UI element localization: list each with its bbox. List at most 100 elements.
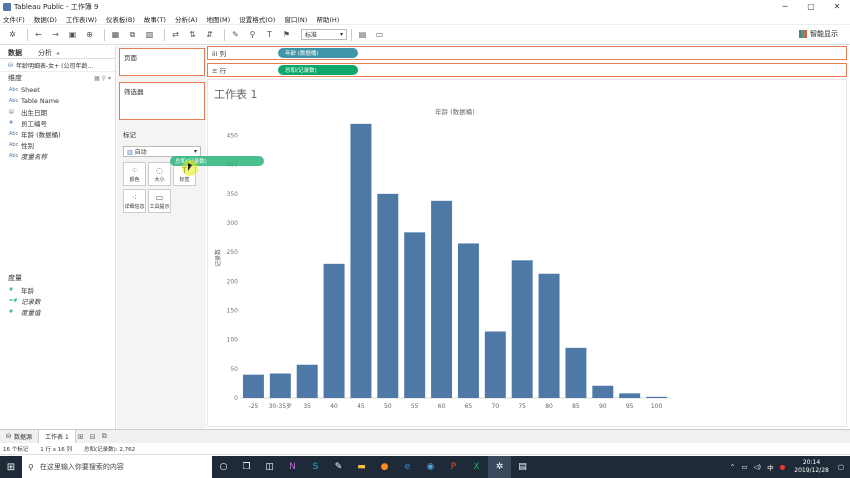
excel-icon[interactable]: X [465,456,488,478]
dimensions-tools-icon[interactable]: ▦ ⚲ ▾ [94,75,111,82]
toolbar-separator [27,28,28,41]
x-tick-label: 100 [651,403,663,410]
clock[interactable]: 20:14 2019/12/28 [794,459,829,475]
ime-indicator[interactable]: 中 [767,462,774,472]
cortana-icon[interactable]: ○ [212,456,235,478]
taskbar-search[interactable]: ⚲ 在这里输入你要搜索的内容 [22,456,212,478]
chevron-up-icon[interactable]: ⌃ [730,463,735,471]
tab-analysis[interactable]: 分析 ◂ [30,46,67,58]
maximize-button[interactable]: ▢ [798,0,824,13]
notification-icon[interactable]: ▢ [838,463,844,471]
size-mark-button[interactable]: ◌ 大小 [148,162,171,186]
field-type-icon: # [9,308,14,315]
volume-icon[interactable]: ◁) [754,463,762,471]
new-dashboard-icon[interactable]: ⊟ [90,433,100,441]
rows-shelf[interactable]: ≡ 行 总和(记录数) [207,63,847,77]
firefox-icon[interactable]: ● [373,456,396,478]
tableau-taskbar-icon[interactable]: ✲ [488,456,511,478]
dimension-field[interactable]: ▤ 出生日期 [0,106,115,117]
paint-icon[interactable]: ✎ [327,456,350,478]
tooltip-mark-button[interactable]: ▭ 工具提示 [148,189,171,213]
windows-start-icon[interactable]: ⊞ [0,456,22,478]
notes-icon[interactable]: ▤ [511,456,534,478]
pin-icon[interactable]: ⚑ [280,28,293,41]
menu-data[interactable]: 数据(D) [34,14,57,24]
dimension-field[interactable]: Abc Table Name [0,95,115,106]
duplicate-sheet-icon[interactable]: ⧉ [126,28,139,41]
browser-icon[interactable]: ◉ [419,456,442,478]
undo-icon[interactable]: ← [32,28,45,41]
menu-help[interactable]: 帮助(H) [316,14,339,24]
tableau-logo-icon[interactable]: ✲ [6,28,19,41]
sort-desc-icon[interactable]: ⇵ [203,28,216,41]
fit-select[interactable]: 标准 ▾ [301,29,347,40]
menu-window[interactable]: 窗口(N) [284,14,307,24]
bar-12 [565,347,587,398]
bar-4 [350,123,372,399]
onenote-icon[interactable]: N [281,456,304,478]
filters-shelf[interactable]: 筛选器 [119,82,205,120]
menu-dashboard[interactable]: 仪表板(B) [106,14,135,24]
skype-icon[interactable]: S [304,456,327,478]
datasource-tab-icon: ⛁ [6,433,12,440]
new-sheet-icon[interactable]: ▦ [109,28,122,41]
save-icon[interactable]: ▣ [66,28,79,41]
new-datasource-icon[interactable]: ⊕ [83,28,96,41]
sort-asc-icon[interactable]: ⇅ [186,28,199,41]
columns-shelf[interactable]: iii 列 年龄 (数据桶) [207,46,847,60]
powerpoint-icon[interactable]: P [442,456,465,478]
new-worksheet-icon[interactable]: ⊞ [78,433,88,441]
x-tick-label: 45 [357,403,365,410]
detail-mark-button[interactable]: ⁖ 详细信息 [123,189,146,213]
clear-sheet-icon[interactable]: ▧ [143,28,156,41]
label-icon[interactable]: T [263,28,276,41]
worksheet-view: 工作表 1 年龄 (数据桶)记录数05010015020025030035040… [207,79,847,427]
presentation-icon[interactable]: ▭ [373,28,386,41]
tab-datasource[interactable]: ⛁ 数据源 [0,430,38,444]
rows-pill[interactable]: 总和(记录数) [278,65,358,75]
dimension-field[interactable]: # 员工编号 [0,117,115,128]
dimension-field[interactable]: Abc 度量名称 [0,150,115,161]
measure-field[interactable]: # 度量值 [0,306,115,317]
menu-map[interactable]: 地图(M) [207,14,231,24]
data-pane: 数据 分析 ◂ ⛁ 年龄明细表-女+ (公司年龄... 维度 ▦ ⚲ ▾ Abc S… [0,46,116,429]
dimensions-header: 维度 ▦ ⚲ ▾ [0,72,115,84]
show-me-button[interactable]: 智能显示 [799,29,838,39]
new-story-icon[interactable]: ⧉ [102,432,112,441]
store-icon[interactable]: ◫ [258,456,281,478]
menu-file[interactable]: 文件(F) [3,14,25,24]
swap-icon[interactable]: ⇄ [169,28,182,41]
menu-worksheet[interactable]: 工作表(W) [66,14,97,24]
file-explorer-icon[interactable]: ▬ [350,456,373,478]
edge-icon[interactable]: e [396,456,419,478]
measure-field[interactable]: =# 记录数 [0,295,115,306]
menu-analysis[interactable]: 分析(A) [175,14,198,24]
highlight-icon[interactable]: ✎ [229,28,242,41]
view-cards-icon[interactable]: ▤ [356,28,369,41]
columns-pill[interactable]: 年龄 (数据桶) [278,48,358,58]
task-view-icon[interactable]: ❐ [235,456,258,478]
x-tick-label: 80 [545,403,553,410]
network-icon[interactable]: ▭ [741,463,747,471]
pages-shelf[interactable]: 页面 [119,48,205,76]
field-type-icon: ▤ [9,108,14,115]
dimension-field[interactable]: Abc Sheet [0,84,115,95]
collapse-icon[interactable]: ◂ [56,50,59,57]
dimension-field[interactable]: Abc 年龄 (数据桶) [0,128,115,139]
close-button[interactable]: ✕ [824,0,850,13]
bar-chart: 年龄 (数据桶)记录数050100150200250300350400450-2… [214,107,670,410]
tab-sheet1[interactable]: 工作表 1 [38,429,76,444]
color-mark-button[interactable]: ⁘ 颜色 [123,162,146,186]
dimension-field[interactable]: Abc 性别 [0,139,115,150]
group-icon[interactable]: ⚲ [246,28,259,41]
minimize-button[interactable]: ─ [772,0,798,13]
chevron-down-icon: ▾ [193,148,197,155]
measure-field[interactable]: # 年龄 [0,284,115,295]
redo-icon[interactable]: → [49,28,62,41]
tab-data[interactable]: 数据 [0,46,30,58]
tableau-app-icon [3,2,11,11]
menu-format[interactable]: 设置格式(O) [239,14,275,24]
antivirus-icon[interactable]: ● [780,463,786,471]
menu-story[interactable]: 故事(T) [144,14,166,24]
datasource-item[interactable]: ⛁ 年龄明细表-女+ (公司年龄... [0,59,115,72]
